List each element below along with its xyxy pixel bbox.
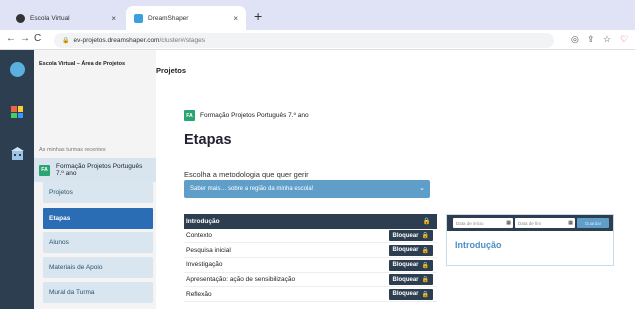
class-badge: FA xyxy=(39,164,50,176)
block-button[interactable]: Bloquear 🔒 xyxy=(388,244,433,256)
pocket-icon[interactable]: ♡ xyxy=(620,34,628,45)
stage-row[interactable]: Reflexão Bloquear 🔒 xyxy=(184,287,437,303)
share-icon[interactable]: ⇪ xyxy=(587,34,595,45)
tab-title: Escola Virtual xyxy=(30,14,70,22)
panel-title: Introdução xyxy=(455,240,502,250)
stage-row[interactable]: Contexto Bloquear 🔒 xyxy=(184,229,437,244)
close-tab-icon[interactable]: × xyxy=(233,14,238,23)
recent-classes-label: As minhas turmas recentes xyxy=(39,147,106,153)
end-date-field[interactable]: Data de fim ▦ xyxy=(515,218,575,228)
browser-tab-escola-virtual[interactable]: Escola Virtual × xyxy=(8,6,124,30)
sidebar-item-etapas[interactable]: Etapas xyxy=(43,208,153,229)
url-path: /cluster#/stages xyxy=(159,37,206,44)
recent-class-item[interactable]: FA Formação Projetos Português 7.º ano xyxy=(34,158,156,182)
stage-name: Introdução xyxy=(186,217,220,225)
methodology-select[interactable]: Saber mais… sobre a região da minha esco… xyxy=(184,180,430,198)
class-name: Formação Projetos Português 7.º ano xyxy=(56,163,143,177)
save-button[interactable]: Guardar xyxy=(577,218,609,228)
stages-list: Introdução 🔒 Contexto Bloquear 🔒 Pesquisa… xyxy=(184,214,437,303)
sidebar-item-mural[interactable]: Mural da Turma xyxy=(43,282,153,303)
block-button[interactable]: Bloquear 🔒 xyxy=(388,230,433,242)
stage-name: Investigação xyxy=(186,261,223,269)
padlock-icon: 🔒 xyxy=(421,247,429,254)
page-title: Etapas xyxy=(184,132,232,148)
stage-name: Reflexão xyxy=(186,290,212,298)
methodology-label: Escolha a metodologia que quer gerir xyxy=(184,170,309,179)
block-button[interactable]: Bloquear 🔒 xyxy=(388,259,433,271)
start-date-placeholder: Data de início xyxy=(456,220,484,226)
methodology-selected-value: Saber mais… sobre a região da minha esco… xyxy=(190,186,314,192)
left-rail xyxy=(0,50,34,309)
close-tab-icon[interactable]: × xyxy=(111,14,116,23)
block-label: Bloquear xyxy=(392,262,419,269)
padlock-icon: 🔒 xyxy=(421,277,429,284)
padlock-icon: 🔒 xyxy=(421,233,429,240)
block-label: Bloquear xyxy=(392,276,419,283)
stage-row[interactable]: Investigação Bloquear 🔒 xyxy=(184,258,437,273)
lock-icon: 🔒 xyxy=(62,38,70,44)
block-label: Bloquear xyxy=(392,291,419,298)
block-button[interactable]: Bloquear 🔒 xyxy=(388,274,433,286)
sidebar-title: Escola Virtual – Área de Projetos xyxy=(39,61,126,67)
stage-row[interactable]: Pesquisa inicial Bloquear 🔒 xyxy=(184,243,437,259)
browser-tab-bar: Escola Virtual × DreamShaper × + xyxy=(0,0,635,30)
start-date-field[interactable]: Data de início ▦ xyxy=(453,218,513,228)
stage-row[interactable]: Apresentação: ação de sensibilização Blo… xyxy=(184,273,437,288)
school-icon[interactable] xyxy=(11,147,24,161)
end-date-placeholder: Data de fim xyxy=(518,220,542,226)
url-field[interactable]: 🔒 ev-projetos.dreamshaper.com/cluster#/s… xyxy=(54,33,554,48)
breadcrumb-label: Formação Projetos Português 7.º ano xyxy=(200,112,309,119)
block-label: Bloquear xyxy=(392,247,419,254)
browser-tab-dreamshaper[interactable]: DreamShaper × xyxy=(126,6,246,30)
new-tab-button[interactable]: + xyxy=(254,9,262,23)
apps-grid-icon[interactable] xyxy=(11,106,23,118)
back-icon[interactable]: ← xyxy=(6,33,16,44)
lock-icon: 🔒 xyxy=(422,218,431,225)
padlock-icon: 🔒 xyxy=(421,262,429,269)
url-host: ev-projetos.dreamshaper.com xyxy=(73,37,160,44)
breadcrumb[interactable]: FA Formação Projetos Português 7.º ano xyxy=(184,110,309,121)
stage-row[interactable]: Introdução 🔒 xyxy=(184,214,437,229)
incognito-eye-icon[interactable]: ◎ xyxy=(571,34,579,45)
calendar-icon: ▦ xyxy=(568,219,573,226)
block-button[interactable]: Bloquear 🔒 xyxy=(388,288,433,300)
chevron-down-icon: ⌄ xyxy=(419,185,425,192)
stage-detail-panel: Data de início ▦ Data de fim ▦ Guardar I… xyxy=(446,214,614,266)
calendar-icon: ▦ xyxy=(506,219,511,226)
reload-icon[interactable]: C xyxy=(34,33,41,44)
panel-toolbar: Data de início ▦ Data de fim ▦ Guardar xyxy=(447,215,613,231)
stage-name: Contexto xyxy=(186,232,213,240)
padlock-icon: 🔒 xyxy=(421,291,429,298)
stage-name: Pesquisa inicial xyxy=(186,246,231,254)
sidebar-item-projetos[interactable]: Projetos xyxy=(43,182,153,203)
page-header: Projetos xyxy=(156,66,187,75)
address-bar: ← → C 🔒 ev-projetos.dreamshaper.com/clus… xyxy=(0,30,635,50)
dreamshaper-favicon-icon xyxy=(134,13,143,23)
bookmark-star-icon[interactable]: ☆ xyxy=(603,34,611,45)
breadcrumb-badge: FA xyxy=(184,110,195,121)
sidebar-item-materiais[interactable]: Materiais de Apoio xyxy=(43,257,153,278)
stage-name: Apresentação: ação de sensibilização xyxy=(186,276,296,284)
sidebar-item-alunos[interactable]: Alunos xyxy=(43,232,153,253)
tab-title: DreamShaper xyxy=(148,14,189,22)
sidebar: Escola Virtual – Área de Projetos As min… xyxy=(34,50,156,309)
escola-virtual-favicon-icon xyxy=(16,13,25,23)
app-logo-icon[interactable] xyxy=(10,62,25,77)
block-label: Bloquear xyxy=(392,232,419,239)
forward-icon[interactable]: → xyxy=(20,33,30,44)
